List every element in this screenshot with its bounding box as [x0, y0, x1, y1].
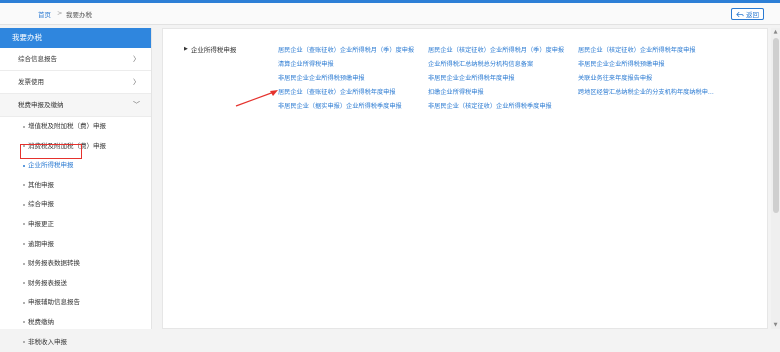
scroll-thumb[interactable] — [772, 38, 779, 213]
link-resident-assessed-quarterly[interactable]: 居民企业（核定征收）企业所得税月（季）度申报 — [428, 45, 564, 54]
chevron-down-icon: ﹀ — [133, 101, 140, 109]
back-icon — [736, 11, 744, 17]
sidebar-subitem-nontax[interactable]: 非税收入申报 — [0, 333, 151, 352]
bullet-icon — [23, 164, 25, 167]
sidebar-subitem-correction[interactable]: 申报更正 — [0, 215, 151, 235]
bullet-icon — [23, 203, 25, 206]
link-nonresident-annual[interactable]: 非居民企业企业所得税年度申报 — [428, 73, 515, 82]
breadcrumb-separator: > — [57, 9, 63, 17]
annotation-highlight-box — [20, 144, 82, 159]
sidebar-subitem-aux-info[interactable]: 申报辅助信息报告 — [0, 293, 151, 313]
sidebar-subitem-comprehensive[interactable]: 综合申报 — [0, 195, 151, 215]
scroll-up-icon[interactable]: ▲ — [772, 29, 779, 35]
sidebar-item-tax-filing[interactable]: 税费申报及缴纳 ﹀ — [0, 94, 151, 117]
link-resident-assessed-annual[interactable]: 居民企业（核定征收）企业所得税年度申报 — [578, 45, 696, 54]
link-resident-audit-annual[interactable]: 居民企业（查账征收）企业所得税年度申报 — [278, 87, 396, 96]
link-nonresident-actual-quarterly[interactable]: 非居民企业（据实申报）企业所得税季度申报 — [278, 101, 402, 110]
link-related-party-report[interactable]: 关联业务往来年度报告申报 — [578, 73, 652, 82]
link-resident-audit-quarterly[interactable]: 居民企业（查账征收）企业所得税月（季）度申报 — [278, 45, 414, 54]
sidebar-subitem-label: 逾期申报 — [28, 239, 54, 248]
bullet-icon — [23, 282, 25, 285]
link-branch-annual[interactable]: 跨地区经营汇总纳税企业的分支机构年度纳税申... — [578, 87, 714, 96]
back-button[interactable]: 返回 — [731, 8, 764, 20]
sidebar-subitem-label: 企业所得税申报 — [28, 161, 74, 170]
triangle-right-icon: ▶ — [184, 46, 188, 52]
sidebar-subitem-vat[interactable]: 增值税及附加税（费）申报 — [0, 117, 151, 137]
sidebar-subitem-label: 其他申报 — [28, 180, 54, 189]
sidebar-subitem-label: 财务报表数据转换 — [28, 259, 80, 268]
sidebar-item-label: 发票使用 — [18, 78, 44, 86]
sidebar-subitem-overdue[interactable]: 逾期申报 — [0, 235, 151, 255]
category-heading: ▶ 企业所得税申报 — [184, 44, 236, 54]
category-label: 企业所得税申报 — [190, 46, 237, 54]
vertical-scrollbar[interactable]: ▲ ▼ — [771, 28, 780, 329]
chevron-right-icon: 〉 — [133, 78, 140, 86]
breadcrumb-home-link[interactable]: 首页 — [38, 9, 51, 19]
link-nonresident-prepay-2[interactable]: 非居民企业企业所得税预缴申报 — [278, 73, 365, 82]
sidebar-item-label: 税费申报及缴纳 — [18, 101, 64, 109]
scroll-down-icon[interactable]: ▼ — [772, 322, 779, 328]
sidebar-subitem-label: 非税收入申报 — [28, 337, 67, 346]
sidebar-item-info-report[interactable]: 综合信息报告 〉 — [0, 48, 151, 71]
bullet-icon — [23, 125, 25, 128]
sidebar-subitem-fs-convert[interactable]: 财务报表数据转换 — [0, 254, 151, 274]
sidebar-subitem-label: 申报辅助信息报告 — [28, 298, 80, 307]
sidebar-item-label: 综合信息报告 — [18, 55, 57, 63]
link-nonresident-prepay[interactable]: 非居民企业企业所得税预缴申报 — [578, 59, 665, 68]
bullet-icon — [23, 301, 25, 304]
sidebar-subitem-fs-submit[interactable]: 财务报表报送 — [0, 274, 151, 294]
link-liquidation[interactable]: 清算企业所得税申报 — [278, 59, 334, 68]
link-withholding[interactable]: 扣缴企业所得税申报 — [428, 87, 484, 96]
link-nonresident-assessed-quarterly[interactable]: 非居民企业（核定征收）企业所得税季度申报 — [428, 101, 552, 110]
sidebar-title: 我要办税 — [0, 28, 151, 48]
breadcrumb: 首页 > 我要办税 返回 — [0, 3, 780, 25]
sidebar-subitem-label: 财务报表报送 — [28, 278, 67, 287]
bullet-icon — [23, 184, 25, 187]
sidebar-item-invoice[interactable]: 发票使用 〉 — [0, 71, 151, 94]
annotation-arrow-icon — [235, 90, 278, 107]
bullet-icon — [23, 223, 25, 226]
breadcrumb-current: 我要办税 — [66, 11, 92, 19]
bullet-icon — [23, 243, 25, 246]
sidebar-subitem-label: 增值税及附加税（费）申报 — [28, 122, 106, 130]
bullet-icon — [23, 341, 25, 344]
sidebar-subitem-label: 综合申报 — [28, 200, 54, 209]
sidebar-subitem-label: 申报更正 — [28, 219, 54, 228]
sidebar: 我要办税 综合信息报告 〉 发票使用 〉 税费申报及缴纳 ﹀ 增值税及附加税（费… — [0, 28, 152, 346]
bullet-icon — [23, 321, 25, 324]
sidebar-subitem-label: 税费缴纳 — [28, 317, 54, 326]
back-button-label: 返回 — [746, 11, 759, 19]
chevron-right-icon: 〉 — [133, 55, 140, 63]
bullet-icon — [23, 262, 25, 265]
sidebar-subitem-payment[interactable]: 税费缴纳 — [0, 313, 151, 333]
sidebar-subitem-cit[interactable]: 企业所得税申报 — [0, 156, 151, 176]
sidebar-subitem-other[interactable]: 其他申报 — [0, 176, 151, 196]
link-consolidated-filing[interactable]: 企业所得税汇总纳税总分机构信息备案 — [428, 59, 533, 68]
